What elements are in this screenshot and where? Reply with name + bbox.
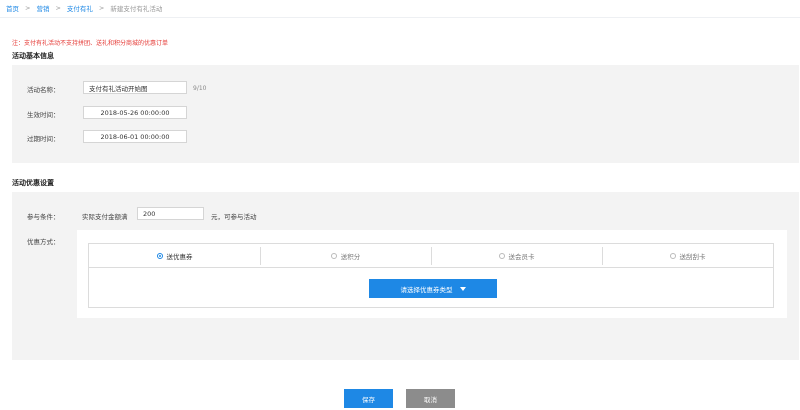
condition-amount-input[interactable] — [137, 207, 204, 220]
end-time-label: 过期时间： — [27, 135, 60, 143]
start-time-input[interactable] — [83, 106, 187, 119]
radio-icon[interactable] — [669, 253, 676, 259]
tab-send-member-card[interactable]: 送会员卡 — [431, 244, 602, 268]
radio-icon[interactable] — [330, 253, 337, 259]
basic-info-title: 活动基本信息 — [12, 52, 54, 60]
name-char-counter: 9/10 — [193, 85, 207, 92]
condition-suffix: 元，可参与活动 — [211, 213, 257, 221]
radio-checked-icon[interactable] — [156, 253, 163, 259]
tab-label: 送优惠券 — [166, 253, 193, 261]
radio-icon[interactable] — [498, 253, 505, 259]
offer-type-tabs: 送优惠券 送积分 送会员卡 送刮刮卡 — [89, 244, 773, 268]
tab-label: 送积分 — [340, 253, 361, 261]
cancel-button[interactable]: 取消 — [406, 389, 455, 408]
breadcrumb-home[interactable]: 首页 — [6, 3, 19, 13]
basic-info-panel: 活动名称： 9/10 生效时间： 过期时间： — [12, 65, 799, 163]
start-time-label: 生效时间： — [27, 111, 60, 119]
tab-label: 送会员卡 — [508, 253, 535, 261]
condition-label: 参与条件： — [27, 213, 60, 221]
offer-settings-title: 活动优惠设置 — [12, 179, 54, 187]
select-coupon-type-button[interactable]: 请选择优惠券类型 — [369, 279, 497, 298]
offer-method-box: 送优惠券 送积分 送会员卡 送刮刮卡 请选择优惠券类型 — [77, 230, 787, 318]
header-divider — [0, 17, 800, 18]
activity-name-input[interactable] — [83, 81, 187, 94]
tab-send-scratch-card[interactable]: 送刮刮卡 — [602, 244, 773, 268]
end-time-input[interactable] — [83, 130, 187, 143]
offer-method-inner: 送优惠券 送积分 送会员卡 送刮刮卡 请选择优惠券类型 — [88, 243, 774, 308]
breadcrumb-marketing[interactable]: 营销 — [36, 3, 49, 13]
tab-send-coupon[interactable]: 送优惠券 — [89, 244, 260, 268]
notice-text: 注：支付有礼活动不支持拼团、送礼和积分商城的优惠订单 — [12, 40, 169, 47]
offer-method-label: 优惠方式： — [27, 238, 60, 246]
breadcrumb-separator: > — [25, 4, 31, 12]
breadcrumb: 首页 > 营销 > 支付有礼 > 新建支付有礼活动 — [6, 3, 162, 13]
condition-prefix: 实际支付金额满 — [82, 213, 128, 221]
tab-send-points[interactable]: 送积分 — [260, 244, 431, 268]
breadcrumb-separator: > — [55, 4, 61, 12]
save-button[interactable]: 保存 — [344, 389, 393, 408]
tab-label: 送刮刮卡 — [679, 253, 706, 261]
breadcrumb-separator: > — [98, 4, 105, 12]
activity-name-label: 活动名称： — [27, 86, 60, 94]
select-coupon-type-label: 请选择优惠券类型 — [400, 285, 453, 294]
caret-down-icon — [459, 286, 466, 291]
breadcrumb-pay-gift[interactable]: 支付有礼 — [67, 3, 93, 13]
breadcrumb-current: 新建支付有礼活动 — [110, 5, 163, 13]
